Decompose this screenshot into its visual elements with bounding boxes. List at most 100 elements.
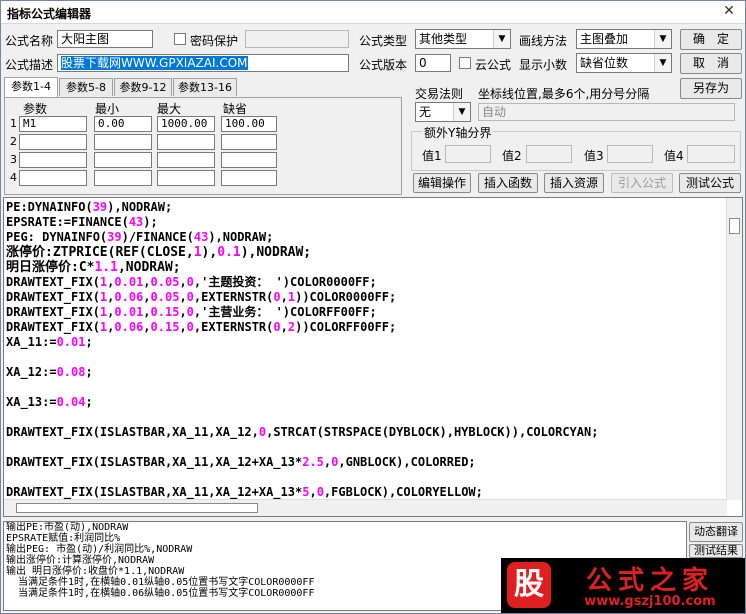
dynamic-translate-button[interactable]: 动态翻译 xyxy=(689,522,743,542)
logo-badge: 股 xyxy=(507,562,551,608)
code-line: DRAWTEXT_FIX(1,0.01,0.05,0,'主题投资： ')COLO… xyxy=(6,275,377,289)
chevron-down-icon: ▼ xyxy=(654,30,671,48)
insert-resource-button[interactable]: 插入资源 xyxy=(544,173,604,193)
param-name-cell[interactable] xyxy=(19,170,87,186)
decimal-select[interactable]: 缺省位数 ▼ xyxy=(576,53,672,73)
extra-y-axis-group: 额外Y轴分界 值1 值2 值3 值4 xyxy=(411,124,741,171)
cancel-button[interactable]: 取 消 xyxy=(680,53,742,74)
param-max-cell[interactable] xyxy=(157,134,215,150)
scroll-thumb[interactable] xyxy=(729,218,740,234)
param-min-cell[interactable]: 0.00 xyxy=(94,116,152,132)
tab-params-13-16[interactable]: 参数13-16 xyxy=(173,78,237,96)
tab-params-5-8[interactable]: 参数5-8 xyxy=(59,78,113,96)
site-logo: 股 公式之家 www.gszj100.com xyxy=(501,558,745,613)
test-formula-button[interactable]: 测试公式 xyxy=(679,173,741,193)
formula-version-input[interactable]: 0 xyxy=(415,54,451,72)
window-title: 指标公式编辑器 xyxy=(7,7,92,21)
output-line: EPSRATE赋值:利润同比% xyxy=(6,533,121,544)
draw-method-value: 主图叠加 xyxy=(580,32,629,46)
formula-desc-input[interactable]: 股票下载网WWW.GPXIAZAI.COM xyxy=(57,54,349,72)
tab-params-1-4[interactable]: 参数1-4 xyxy=(4,77,58,97)
tab-params-9-12[interactable]: 参数9-12 xyxy=(114,78,172,96)
trade-rule-label: 交易法则 xyxy=(415,87,464,101)
param-min-cell[interactable] xyxy=(94,152,152,168)
param-default-cell[interactable] xyxy=(221,170,277,186)
horizontal-scrollbar[interactable] xyxy=(4,499,727,516)
save-as-button[interactable]: 另存为 xyxy=(680,78,742,99)
coord-line-input[interactable]: 自动 xyxy=(478,103,735,121)
password-input[interactable] xyxy=(245,30,349,48)
cloud-formula-checkbox[interactable] xyxy=(459,57,471,69)
import-formula-button[interactable]: 引入公式 xyxy=(611,173,673,193)
param-max-cell[interactable] xyxy=(157,170,215,186)
code-line: 涨停价:ZTPRICE(REF(CLOSE,1),0.1),NODRAW; xyxy=(6,245,312,260)
formula-editor-window: 指标公式编辑器 ✕ 公式名称 大阳主图 密码保护 公式类型 其他类型 ▼ 画线方… xyxy=(0,0,746,614)
close-icon[interactable]: ✕ xyxy=(721,3,737,19)
cloud-formula-label: 云公式 xyxy=(475,58,512,72)
ok-button[interactable]: 确 定 xyxy=(680,29,742,50)
code-line: DRAWTEXT_FIX(1,0.06,0.05,0,EXTERNSTR(0,1… xyxy=(6,290,397,304)
y-value-4-input[interactable] xyxy=(687,145,735,163)
param-panel: 参数 最小 最大 缺省 1 M1 0.00 1000.00 100.00 2 3… xyxy=(4,97,402,195)
formula-name-label: 公式名称 xyxy=(5,34,54,48)
param-header-min: 最小 xyxy=(95,102,120,116)
param-name-cell[interactable] xyxy=(19,134,87,150)
edit-operation-button[interactable]: 编辑操作 xyxy=(413,173,471,193)
chevron-down-icon: ▼ xyxy=(493,30,510,48)
logo-url: www.gszj100.com xyxy=(584,594,716,609)
output-line: 输出PE:市盈(动),NODRAW xyxy=(6,522,129,533)
insert-function-button[interactable]: 插入函数 xyxy=(478,173,538,193)
param-header-name: 参数 xyxy=(23,102,48,116)
y-value-1-input[interactable] xyxy=(445,145,491,163)
formula-desc-text: 股票下载网WWW.GPXIAZAI.COM xyxy=(61,56,248,70)
param-max-cell[interactable] xyxy=(157,152,215,168)
code-line: XA_13:=0.04; xyxy=(6,395,93,409)
output-line: 输出PEG: 市盈(动)/利润同比%,NODRAW xyxy=(6,544,193,555)
trade-rule-select[interactable]: 无 ▼ xyxy=(415,102,471,122)
formula-name-input[interactable]: 大阳主图 xyxy=(57,30,153,48)
param-row-index: 3 xyxy=(10,153,17,166)
code-line: XA_12:=0.08; xyxy=(6,365,93,379)
logo-text: 公式之家 xyxy=(585,566,714,596)
param-name-cell[interactable] xyxy=(19,152,87,168)
code-line: DRAWTEXT_FIX(ISLASTBAR,XA_11,XA_12+XA_13… xyxy=(6,455,476,469)
chevron-down-icon: ▼ xyxy=(654,54,671,72)
param-min-cell[interactable] xyxy=(94,134,152,150)
code-line: DRAWTEXT_FIX(1,0.01,0.15,0,'主营业务： ')COLO… xyxy=(6,305,377,319)
scroll-thumb[interactable] xyxy=(16,503,258,513)
y-value-1-label: 值1 xyxy=(422,149,442,163)
code-line: DRAWTEXT_FIX(1,0.06,0.15,0,EXTERNSTR(0,2… xyxy=(6,320,397,334)
password-checkbox[interactable] xyxy=(174,33,186,45)
extra-y-axis-label: 额外Y轴分界 xyxy=(422,124,494,141)
coord-line-label: 坐标线位置,最多6个,用分号分隔 xyxy=(478,87,650,101)
formula-version-label: 公式版本 xyxy=(359,58,408,72)
code-line: EPSRATE:=FINANCE(43); xyxy=(6,215,158,229)
password-label: 密码保护 xyxy=(190,34,239,48)
vertical-scrollbar[interactable] xyxy=(726,198,742,500)
formula-type-select[interactable]: 其他类型 ▼ xyxy=(415,29,511,49)
test-result-button[interactable]: 测试结果 xyxy=(689,544,743,558)
param-default-cell[interactable] xyxy=(221,152,277,168)
code-line: DRAWTEXT_FIX(ISLASTBAR,XA_11,XA_12+XA_13… xyxy=(6,485,483,499)
y-value-2-input[interactable] xyxy=(526,145,572,163)
chevron-down-icon: ▼ xyxy=(453,103,470,121)
param-header-default: 缺省 xyxy=(223,102,248,116)
draw-method-select[interactable]: 主图叠加 ▼ xyxy=(576,29,672,49)
param-default-cell[interactable]: 100.00 xyxy=(221,116,277,132)
y-value-3-input[interactable] xyxy=(607,145,653,163)
code-line: PE:DYNAINFO(39),NODRAW; xyxy=(6,200,173,214)
param-max-cell[interactable]: 1000.00 xyxy=(157,116,215,132)
param-min-cell[interactable] xyxy=(94,170,152,186)
param-name-cell[interactable]: M1 xyxy=(19,116,87,132)
draw-method-label: 画线方法 xyxy=(519,34,568,48)
formula-desc-label: 公式描述 xyxy=(5,58,54,72)
param-default-cell[interactable] xyxy=(221,134,277,150)
code-editor[interactable]: PE:DYNAINFO(39),NODRAW; EPSRATE:=FINANCE… xyxy=(3,197,743,517)
code-content[interactable]: PE:DYNAINFO(39),NODRAW; EPSRATE:=FINANCE… xyxy=(6,200,726,500)
code-line: DRAWTEXT_FIX(ISLASTBAR,XA_11,XA_12,0,STR… xyxy=(6,425,599,439)
formula-type-value: 其他类型 xyxy=(419,32,468,46)
